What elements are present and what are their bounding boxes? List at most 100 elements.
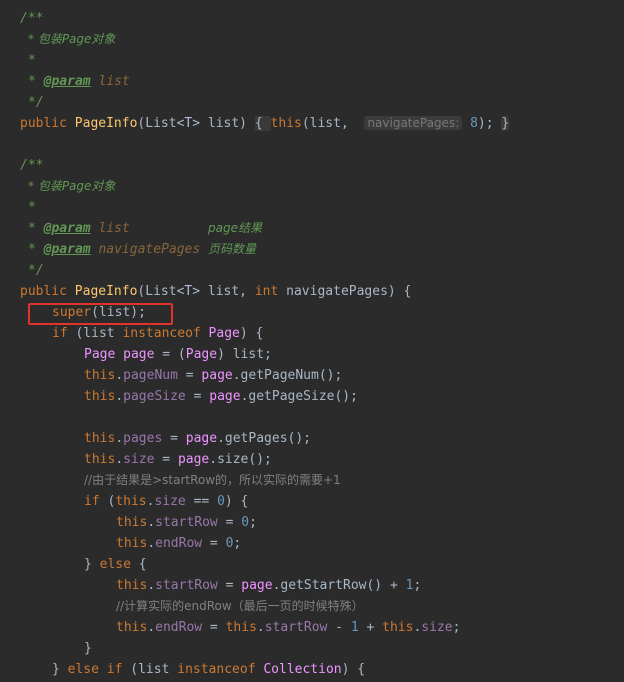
code-token: if bbox=[52, 326, 76, 341]
code-token: . bbox=[147, 536, 156, 551]
code-token: * 包装Page对象 bbox=[28, 32, 116, 46]
code-token: navigatePages: bbox=[364, 116, 463, 130]
code-line[interactable]: } bbox=[84, 638, 92, 659]
code-token: = bbox=[177, 368, 202, 383]
code-line[interactable]: public PageInfo(List<T> list) { this(lis… bbox=[20, 113, 510, 134]
code-line[interactable]: this.size = page.size(); bbox=[84, 449, 272, 470]
code-line[interactable]: this.pages = page.getPages(); bbox=[84, 428, 311, 449]
code-token: = ( bbox=[154, 347, 186, 362]
code-line[interactable]: //由于结果是>startRow的，所以实际的需要+1 bbox=[84, 470, 341, 491]
code-token: pageNum bbox=[123, 368, 178, 383]
code-token: 页码数量 bbox=[208, 242, 257, 256]
code-line[interactable]: //计算实际的endRow（最后一页的时候特殊） bbox=[116, 596, 364, 617]
code-token: 1 bbox=[350, 620, 359, 635]
code-token: this bbox=[84, 368, 116, 383]
code-token: = bbox=[202, 536, 226, 551]
code-line[interactable]: if (list instanceof Page) { bbox=[52, 323, 263, 344]
code-token: ; bbox=[413, 578, 422, 593]
code-line[interactable]: /** bbox=[20, 8, 43, 29]
code-token: Page bbox=[84, 347, 124, 362]
code-token: = bbox=[217, 578, 242, 593]
code-token: size bbox=[421, 620, 453, 635]
code-token: ) list; bbox=[217, 347, 272, 362]
code-line[interactable]: this.startRow = page.getStartRow() + 1; bbox=[116, 575, 421, 596]
code-line[interactable]: Page page = (Page) list; bbox=[84, 344, 272, 365]
code-token: > list) bbox=[192, 116, 255, 131]
code-token: ) { bbox=[239, 326, 264, 341]
code-token: = bbox=[202, 620, 226, 635]
code-token: (List bbox=[137, 116, 177, 131]
code-line[interactable]: * 包装Page对象 bbox=[28, 29, 115, 50]
code-line[interactable]: * @param list bbox=[28, 71, 130, 92]
code-line[interactable]: * bbox=[28, 50, 36, 71]
code-token: . bbox=[115, 368, 124, 383]
code-token: @param bbox=[43, 221, 91, 236]
code-token: int bbox=[254, 284, 287, 299]
code-token: * bbox=[28, 53, 36, 68]
code-token: = bbox=[185, 389, 210, 404]
code-token: == bbox=[185, 494, 218, 509]
code-token: 0 bbox=[241, 515, 250, 530]
code-token: * bbox=[28, 221, 44, 236]
code-token: .getPageSize(); bbox=[240, 389, 358, 404]
code-token: . bbox=[256, 620, 265, 635]
code-token: } bbox=[84, 557, 100, 572]
code-token: { bbox=[138, 557, 147, 572]
code-token: startRow bbox=[155, 578, 218, 593]
code-token: (list bbox=[75, 326, 123, 341]
code-line[interactable]: * 包装Page对象 bbox=[28, 176, 115, 197]
code-line[interactable]: * @param navigatePages 页码数量 bbox=[28, 239, 256, 260]
code-token: this bbox=[225, 620, 257, 635]
code-token: Page bbox=[208, 326, 240, 341]
highlight-box bbox=[28, 303, 173, 325]
code-token: .getPageNum(); bbox=[232, 368, 343, 383]
code-token: */ bbox=[28, 263, 44, 278]
code-line[interactable]: * bbox=[28, 197, 36, 218]
code-editor[interactable]: /** * 包装Page对象 * * @param list */public Page… bbox=[0, 0, 624, 682]
code-token: page结果 bbox=[208, 221, 263, 235]
code-token: > list, bbox=[192, 284, 255, 299]
code-token: } bbox=[84, 641, 92, 656]
code-line[interactable]: if (this.size == 0) { bbox=[84, 491, 248, 512]
code-line[interactable]: * @param list page结果 bbox=[28, 218, 262, 239]
code-token: list bbox=[90, 221, 209, 236]
code-token: navigatePages bbox=[90, 242, 209, 257]
code-token: 8 bbox=[462, 116, 478, 131]
code-token: pageSize bbox=[123, 389, 186, 404]
code-line[interactable]: this.pageSize = page.getPageSize(); bbox=[84, 386, 358, 407]
code-token: /** bbox=[20, 11, 44, 26]
code-token: 0 bbox=[217, 494, 225, 509]
code-token: this bbox=[115, 494, 147, 509]
code-token: * bbox=[28, 200, 36, 215]
code-token: . bbox=[147, 620, 156, 635]
code-line[interactable]: this.endRow = 0; bbox=[116, 533, 241, 554]
code-token: . bbox=[115, 389, 124, 404]
code-token: .size(); bbox=[209, 452, 272, 467]
code-token: ) { bbox=[341, 662, 366, 677]
code-line[interactable]: } else if (list instanceof Collection) { bbox=[52, 659, 365, 680]
code-token: public bbox=[20, 116, 75, 131]
code-line[interactable]: this.pageNum = page.getPageNum(); bbox=[84, 365, 342, 386]
code-token: ; bbox=[249, 515, 257, 530]
code-line[interactable]: } else { bbox=[84, 554, 147, 575]
code-token: .getPages(); bbox=[217, 431, 311, 446]
code-line[interactable]: this.startRow = 0; bbox=[116, 512, 257, 533]
code-token: size bbox=[123, 452, 155, 467]
code-token: . bbox=[147, 578, 156, 593]
code-token: } bbox=[501, 116, 510, 131]
code-line[interactable]: /** bbox=[20, 155, 43, 176]
code-token: page bbox=[201, 368, 233, 383]
code-token: ) { bbox=[224, 494, 249, 509]
code-line[interactable]: this.endRow = this.startRow - 1 + this.s… bbox=[116, 617, 460, 638]
code-token: @param bbox=[43, 242, 91, 257]
code-token: this bbox=[116, 515, 148, 530]
code-line[interactable]: */ bbox=[28, 260, 44, 281]
code-token: this bbox=[116, 620, 148, 635]
code-token: = bbox=[154, 452, 178, 467]
code-line[interactable]: public PageInfo(List<T> list, int naviga… bbox=[20, 281, 411, 302]
code-line[interactable]: */ bbox=[28, 92, 44, 113]
code-token: */ bbox=[28, 95, 44, 110]
code-token: = bbox=[162, 431, 186, 446]
code-token: size bbox=[154, 494, 186, 509]
code-token: PageInfo bbox=[74, 116, 138, 131]
